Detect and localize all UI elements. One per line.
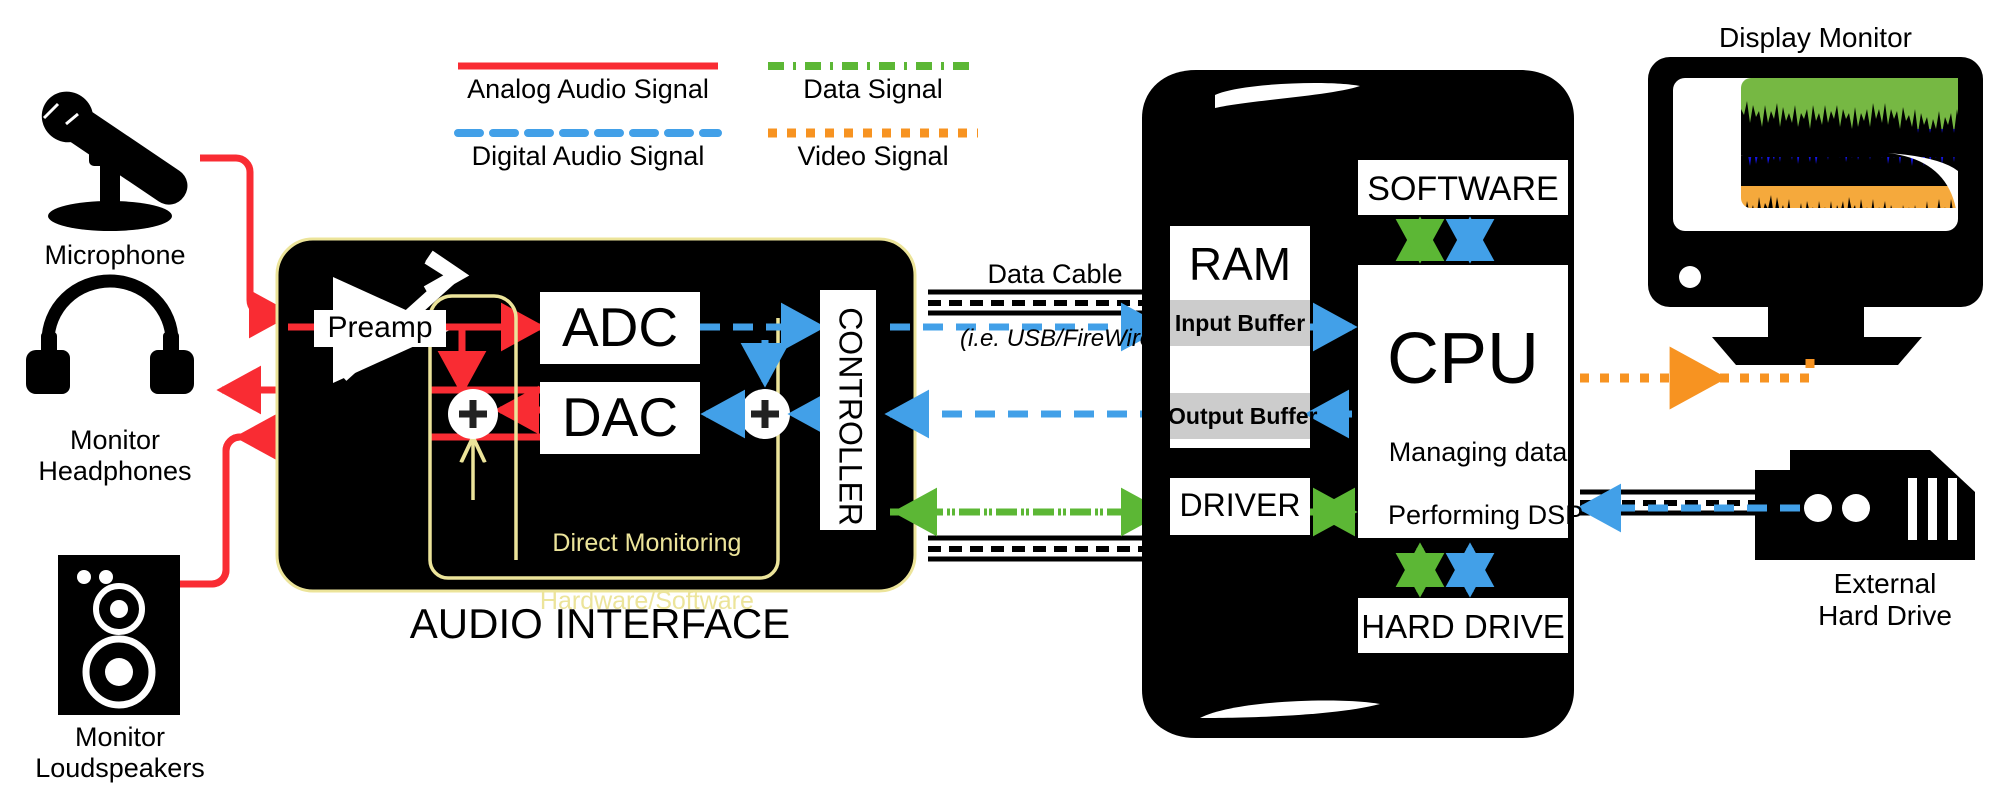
- hard-drive-label: HARD DRIVE: [1361, 608, 1565, 645]
- direct-monitoring-line1: Direct Monitoring: [552, 529, 742, 557]
- digital-summing-node: [740, 389, 790, 439]
- external-hard-drive-label: External Hard Drive: [1818, 568, 1952, 632]
- cpu-desc-line2: Performing DSP: [1388, 499, 1584, 530]
- data-cable-label: Data Cable (i.e. USB/FireWire): [930, 228, 1161, 385]
- audio-interface-title: AUDIO INTERFACE: [409, 600, 791, 647]
- microphone-label: Microphone: [44, 240, 186, 270]
- legend-label-data: Data Signal: [803, 74, 943, 104]
- data-cable-line1: Data Cable: [987, 259, 1123, 290]
- monitor-loudspeakers-label: Monitor Loudspeakers: [35, 722, 205, 784]
- cpu-desc-line1: Managing data: [1388, 437, 1568, 468]
- adc-label: ADC: [561, 296, 679, 358]
- loudspeaker-icon: [58, 555, 180, 715]
- legend-label-video: Video Signal: [797, 141, 949, 171]
- dac-label: DAC: [561, 386, 679, 448]
- signal-flow-svg: [26, 57, 1983, 738]
- display-monitor-icon: [1648, 57, 1983, 365]
- microphone-icon: [41, 91, 188, 231]
- analog-summing-node: [448, 389, 498, 439]
- driver-label: DRIVER: [1179, 487, 1301, 523]
- cpu-label: CPU: [1386, 319, 1539, 399]
- monitor-headphones-label: Monitor Headphones: [38, 425, 192, 487]
- output-buffer-label: Output Buffer: [1168, 403, 1318, 429]
- preamp-label: Preamp: [314, 310, 446, 347]
- display-monitor-label: Display Monitor: [1719, 22, 1912, 53]
- controller-label: CONTROLLER: [832, 307, 869, 526]
- diagram-canvas: Analog Audio Signal Digital Audio Signal…: [0, 0, 2000, 802]
- data-cable-line2: (i.e. USB/FireWire): [960, 324, 1162, 352]
- legend-label-analog: Analog Audio Signal: [467, 74, 709, 104]
- headphones-icon: [26, 274, 194, 394]
- software-label: SOFTWARE: [1367, 170, 1559, 208]
- legend-label-digital: Digital Audio Signal: [471, 141, 705, 171]
- ram-label: RAM: [1188, 238, 1292, 290]
- input-buffer-label: Input Buffer: [1174, 310, 1306, 336]
- cpu-description: Managing data Performing DSP: [1358, 406, 1583, 563]
